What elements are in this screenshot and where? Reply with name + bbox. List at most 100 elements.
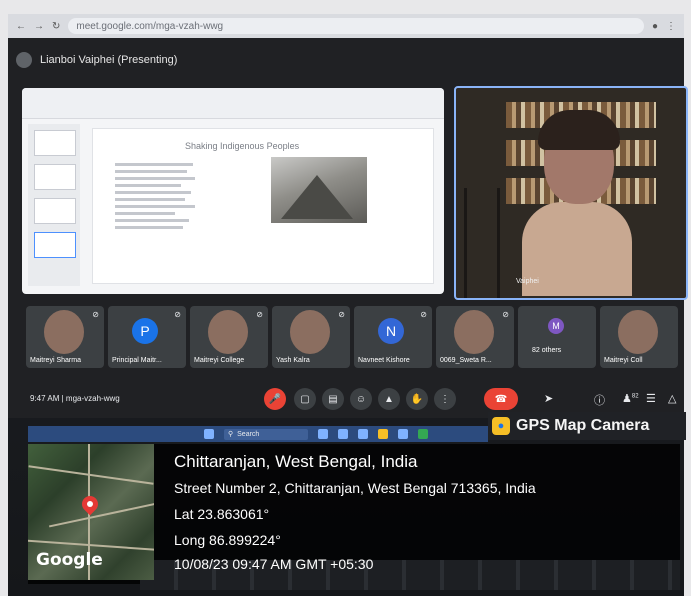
- mic-off-icon: ⊘: [420, 310, 427, 319]
- mic-off-icon: ⊘: [338, 310, 345, 319]
- slide-thumbnail-selected: [34, 232, 76, 258]
- participant-video: [44, 310, 84, 354]
- participant-name: 0069_Sweta R...: [440, 357, 492, 364]
- captions-icon[interactable]: ▤: [322, 388, 344, 410]
- info-icon[interactable]: ⓘ: [594, 392, 605, 408]
- browser-toolbar: ← → ↻ meet.google.com/mga-vzah-wwg ● ⋮: [8, 14, 684, 38]
- browser-menu-icon[interactable]: ⋮: [666, 21, 676, 32]
- gps-address: Street Number 2, Chittaranjan, West Beng…: [174, 480, 536, 496]
- meeting-time-and-code: 9:47 AM | mga-vzah-wwg: [30, 394, 120, 403]
- app-icon[interactable]: [338, 429, 348, 439]
- address-bar[interactable]: meet.google.com/mga-vzah-wwg: [68, 18, 644, 34]
- slide-bullets: [115, 159, 195, 233]
- camera-icon[interactable]: ▢: [294, 388, 316, 410]
- slide-thumbnails: [28, 124, 80, 286]
- tripod: [464, 188, 500, 298]
- meeting-code: mga-vzah-wwg: [65, 394, 120, 403]
- gps-datetime: 10/08/23 09:47 AM GMT +05:30: [174, 556, 374, 572]
- presenter-label: Lianboi Vaiphei (Presenting): [40, 54, 178, 66]
- slide-canvas: Shaking Indigenous Peoples: [92, 128, 434, 284]
- participant-video: [208, 310, 248, 354]
- participant-name: Yash Kalra: [276, 357, 310, 364]
- reload-icon[interactable]: ↻: [52, 21, 60, 32]
- taskbar-search-label: Search: [237, 430, 260, 438]
- people-icon[interactable]: ♟82: [622, 392, 639, 405]
- mic-off-icon: ⊘: [174, 310, 181, 319]
- speaker-person: [522, 110, 632, 296]
- gps-latitude: Lat 23.863061°: [174, 506, 270, 522]
- chat-icon[interactable]: ☰: [646, 392, 656, 405]
- start-icon[interactable]: [204, 429, 214, 439]
- taskbar-search[interactable]: ⚲ Search: [224, 428, 308, 440]
- windows-taskbar: ⚲ Search: [28, 426, 488, 442]
- map-pin-icon: ●: [492, 417, 510, 435]
- monitor-bezel-top: [0, 0, 691, 14]
- participant-avatar: P: [132, 318, 158, 344]
- hangup-icon[interactable]: ☎: [484, 388, 518, 410]
- participant-avatar: M: [548, 318, 564, 334]
- participant-tile[interactable]: ⊘ 0069_Sweta R...: [436, 306, 514, 368]
- more-options-icon[interactable]: ⋮: [434, 388, 456, 410]
- separator: |: [61, 394, 64, 403]
- participant-name: Maitreyi College: [194, 357, 245, 364]
- activities-icon[interactable]: △: [668, 392, 676, 405]
- participant-video: [290, 310, 330, 354]
- participant-tile[interactable]: Maitreyi Coll: [600, 306, 678, 368]
- search-icon: ⚲: [228, 431, 234, 438]
- location-map: Google: [28, 444, 154, 580]
- folder-icon[interactable]: [378, 429, 388, 439]
- shared-screen[interactable]: Shaking Indigenous Peoples: [22, 88, 444, 294]
- present-icon[interactable]: ▲: [378, 388, 400, 410]
- slides-menubar: [22, 88, 444, 119]
- meeting-time: 9:47 AM: [30, 394, 60, 403]
- participant-name: Navneet Kishore: [358, 357, 410, 364]
- participant-tile[interactable]: M 82 others: [518, 306, 596, 368]
- gps-longitude: Long 86.899224°: [174, 532, 281, 548]
- slide-title: Shaking Indigenous Peoples: [185, 141, 300, 151]
- back-icon[interactable]: ←: [16, 21, 26, 32]
- url-text: meet.google.com/mga-vzah-wwg: [76, 20, 224, 32]
- google-logo: Google: [36, 550, 103, 570]
- extensions-icon[interactable]: ●: [652, 21, 658, 32]
- participant-video: [618, 310, 658, 354]
- speaker-video[interactable]: Vaiphei: [454, 86, 688, 300]
- forward-icon[interactable]: →: [34, 21, 44, 32]
- app-icon[interactable]: [318, 429, 328, 439]
- presenter-header: Lianboi Vaiphei (Presenting): [16, 52, 177, 68]
- mic-off-icon: ⊘: [502, 310, 509, 319]
- participant-strip: ⊘ Maitreyi Sharma P ⊘ Principal Maitr... ⊘ Mai…: [26, 306, 686, 370]
- people-count-badge: 82: [631, 393, 639, 400]
- participant-tile[interactable]: N ⊘ Navneet Kishore: [354, 306, 432, 368]
- participant-tile[interactable]: ⊘ Maitreyi Sharma: [26, 306, 104, 368]
- participant-name: 82 others: [532, 347, 562, 354]
- participant-video: [454, 310, 494, 354]
- participant-tile[interactable]: P ⊘ Principal Maitr...: [108, 306, 186, 368]
- speaker-name: Vaiphei: [516, 278, 539, 285]
- map-pin-icon: [78, 492, 102, 516]
- gps-place: Chittaranjan, West Bengal, India: [174, 452, 418, 471]
- gps-details: Chittaranjan, West Bengal, India Street …: [174, 452, 536, 572]
- mouse-cursor-icon: ➤: [544, 393, 554, 405]
- raise-hand-icon[interactable]: ✋: [406, 388, 428, 410]
- participant-avatar: N: [378, 318, 404, 344]
- participant-name: Maitreyi Sharma: [30, 357, 81, 364]
- mic-off-icon: ⊘: [256, 310, 263, 319]
- browser-icon[interactable]: [418, 429, 428, 439]
- participant-tile[interactable]: ⊘ Maitreyi College: [190, 306, 268, 368]
- gps-camera-tag: ● GPS Map Camera: [488, 412, 686, 440]
- slide-thumbnail: [34, 198, 76, 224]
- slide-photo: [271, 157, 367, 223]
- slide-thumbnail: [34, 164, 76, 190]
- monitor-bezel-left: [0, 14, 8, 596]
- app-icon[interactable]: [398, 429, 408, 439]
- app-icon[interactable]: [358, 429, 368, 439]
- mic-off-icon[interactable]: 🎤: [264, 388, 286, 410]
- gps-brand: GPS Map Camera: [516, 417, 650, 434]
- participant-tile[interactable]: ⊘ Yash Kalra: [272, 306, 350, 368]
- slide-thumbnail: [34, 130, 76, 156]
- presenter-avatar: [16, 52, 32, 68]
- mic-off-icon: ⊘: [92, 310, 99, 319]
- emoji-icon[interactable]: ☺: [350, 388, 372, 410]
- participant-name: Maitreyi Coll: [604, 357, 643, 364]
- participant-name: Principal Maitr...: [112, 357, 162, 364]
